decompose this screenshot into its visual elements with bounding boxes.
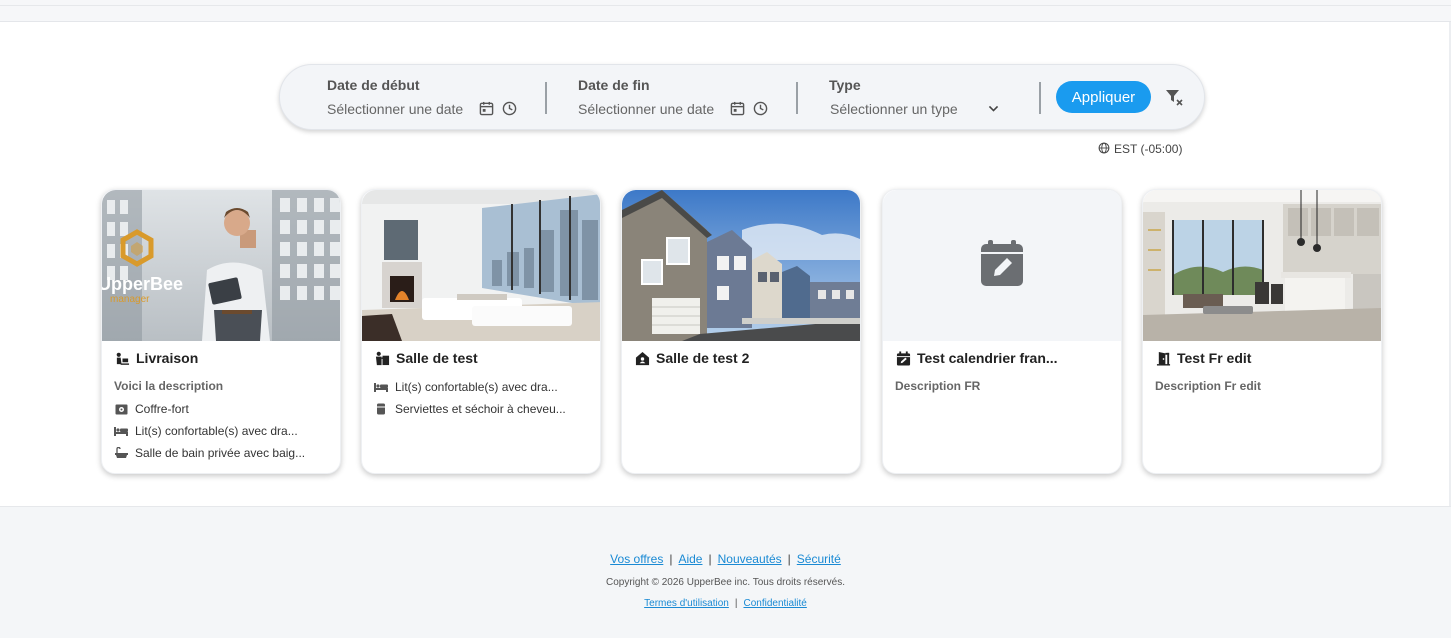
room-description: Voici la description <box>114 379 224 393</box>
room-title[interactable]: Salle de test <box>374 350 478 366</box>
end-date-input[interactable]: Sélectionner une date <box>578 101 714 117</box>
start-date-input[interactable]: Sélectionner une date <box>327 101 463 117</box>
room-description: Description Fr edit <box>1155 379 1262 393</box>
room-image <box>362 190 600 341</box>
calendar-edit-icon <box>895 350 911 366</box>
end-date-label: Date de fin <box>578 77 650 93</box>
door-open-icon <box>1155 350 1171 366</box>
footer-link-aide[interactable]: Aide <box>678 552 702 566</box>
safe-icon <box>114 403 128 415</box>
globe-icon <box>1098 142 1110 157</box>
clock-icon[interactable] <box>500 99 518 117</box>
footer-link-terms[interactable]: Termes d'utilisation <box>644 598 729 609</box>
type-label: Type <box>829 77 861 93</box>
room-description: Description FR <box>895 379 981 393</box>
type-select[interactable]: Sélectionner un type <box>830 101 958 117</box>
timezone-label: EST (-05:00) <box>1114 142 1183 156</box>
timezone-indicator: EST (-05:00) <box>1098 141 1182 157</box>
footer-link-offres[interactable]: Vos offres <box>610 552 663 566</box>
room-card-salle-de-test[interactable]: Salle de test Lit(s) confortable(s) avec… <box>361 189 601 474</box>
towel-icon <box>374 403 388 415</box>
room-card-test-fr-edit[interactable]: Test Fr edit Description Fr edit <box>1142 189 1382 474</box>
svg-text:manager: manager <box>110 294 150 305</box>
copyright-text: Copyright © 2026 UpperBee inc. Tous droi… <box>606 577 845 588</box>
filter-remove-icon[interactable] <box>1164 87 1184 107</box>
calendar-icon[interactable] <box>728 99 746 117</box>
room-title-label: Test calendrier fran... <box>917 350 1058 366</box>
dolly-icon <box>114 350 130 366</box>
room-image <box>622 190 860 341</box>
amenity-label: Salle de bain privée avec baig... <box>135 446 306 460</box>
amenity-item: Serviettes et séchoir à cheveu... <box>374 402 566 416</box>
room-title-label: Test Fr edit <box>1177 350 1252 366</box>
end-date-filter[interactable]: Date de fin Sélectionner une date <box>578 75 808 121</box>
bed-icon <box>374 381 388 393</box>
start-date-label: Date de début <box>327 77 420 93</box>
amenity-item: Lit(s) confortable(s) avec dra... <box>374 380 558 394</box>
footer-link-nouveautes[interactable]: Nouveautés <box>718 552 782 566</box>
top-bar <box>0 0 1451 22</box>
amenity-label: Serviettes et séchoir à cheveu... <box>395 402 566 416</box>
amenity-item: Salle de bain privée avec baig... <box>114 446 305 460</box>
amenity-item: Coffre-fort <box>114 402 189 416</box>
room-title-label: Salle de test <box>396 350 478 366</box>
room-card-test-calendrier[interactable]: Test calendrier fran... Description FR <box>882 189 1122 474</box>
footer-link-privacy[interactable]: Confidentialité <box>743 598 806 609</box>
logo-text: UpperBee <box>102 274 183 294</box>
filter-bar: Date de début Sélectionner une date Date… <box>279 64 1205 130</box>
person-chalkboard-icon <box>374 350 390 366</box>
calendar-icon[interactable] <box>477 99 495 117</box>
filter-separator <box>796 82 798 114</box>
house-user-icon <box>634 350 650 366</box>
amenity-label: Lit(s) confortable(s) avec dra... <box>135 424 298 438</box>
clock-icon[interactable] <box>751 99 769 117</box>
room-title[interactable]: Livraison <box>114 350 198 366</box>
bed-icon <box>114 425 128 437</box>
apply-button[interactable]: Appliquer <box>1056 81 1151 113</box>
room-title[interactable]: Test Fr edit <box>1155 350 1251 366</box>
room-card-livraison[interactable]: UpperBee manager Livraison Voici la desc… <box>101 189 341 474</box>
room-image: UpperBee manager <box>102 190 340 341</box>
filter-separator <box>545 82 547 114</box>
footer: Vos offres | Aide | Nouveautés | Sécurité Copy… <box>0 506 1451 638</box>
amenity-label: Coffre-fort <box>135 402 189 416</box>
filter-separator <box>1039 82 1041 114</box>
room-title-label: Livraison <box>136 350 199 366</box>
amenity-label: Lit(s) confortable(s) avec dra... <box>395 380 558 394</box>
start-date-filter[interactable]: Date de début Sélectionner une date <box>327 75 557 121</box>
footer-link-securite[interactable]: Sécurité <box>797 552 841 566</box>
room-image-placeholder <box>883 190 1121 341</box>
type-filter[interactable]: Type Sélectionner un type <box>829 75 1009 121</box>
room-title[interactable]: Test calendrier fran... <box>895 350 1058 366</box>
legal-links: Termes d'utilisation | Confidentialité <box>644 598 807 609</box>
room-card-salle-de-test-2[interactable]: Salle de test 2 <box>621 189 861 474</box>
bath-icon <box>114 447 128 459</box>
footer-links: Vos offres | Aide | Nouveautés | Sécurité <box>610 552 841 566</box>
room-title[interactable]: Salle de test 2 <box>634 350 749 366</box>
chevron-down-icon[interactable] <box>984 99 1002 117</box>
amenity-item: Lit(s) confortable(s) avec dra... <box>114 424 298 438</box>
room-title-label: Salle de test 2 <box>656 350 750 366</box>
room-image <box>1143 190 1381 341</box>
